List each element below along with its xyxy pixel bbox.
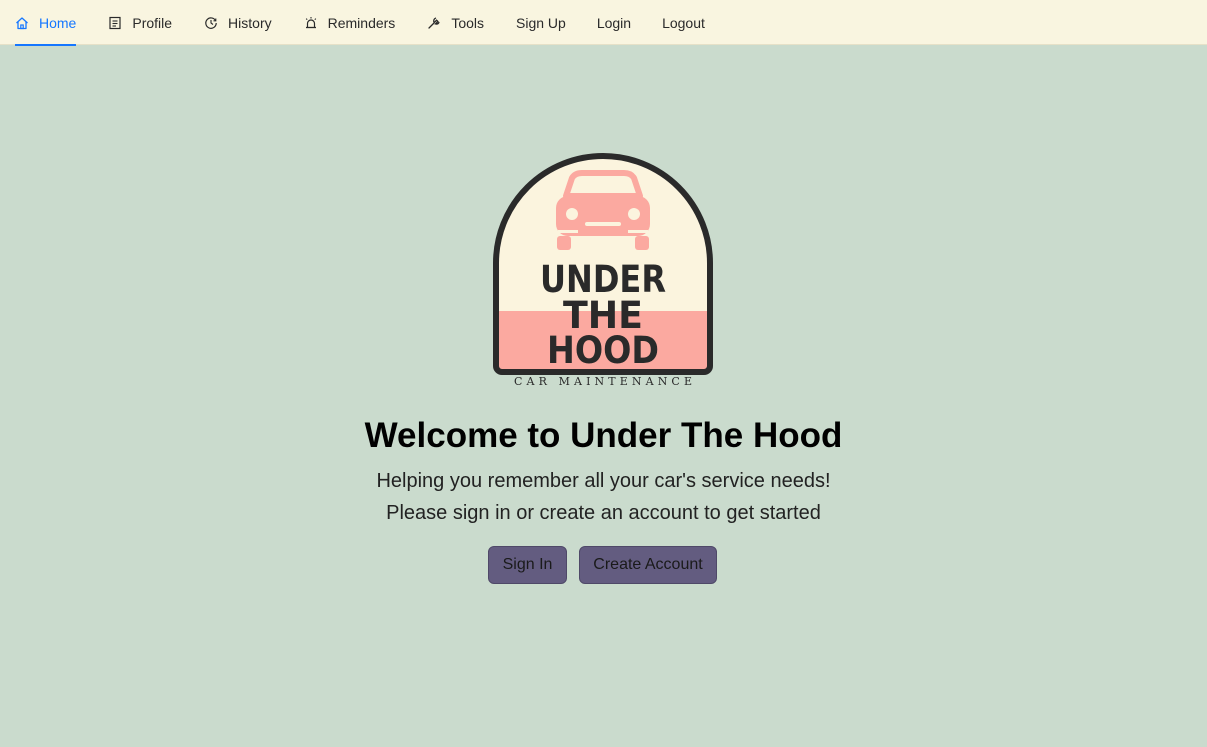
subtitle-sign-in-prompt: Please sign in or create an account to g…: [386, 502, 821, 524]
nav-item-label: Login: [596, 14, 632, 31]
sign-in-button[interactable]: Sign In: [488, 546, 567, 584]
wrench-icon: [427, 16, 441, 30]
logo-tagline: CAR MAINTENANCE: [514, 375, 692, 388]
top-nav: Home Profile History Reminders Tools Sig…: [0, 0, 1207, 46]
nav-item-signup[interactable]: Sign Up: [516, 0, 566, 45]
history-icon: [204, 16, 218, 30]
under-the-hood-logo: UNDER THE HOOD CAR MAINTENANCE: [488, 148, 718, 393]
nav-item-label: Profile: [132, 14, 173, 31]
nav-item-label: Logout: [662, 14, 705, 31]
subtitle-service-needs: Helping you remember all your car's serv…: [376, 470, 831, 492]
nav-item-label: History: [228, 14, 272, 31]
nav-item-label: Sign Up: [516, 14, 566, 31]
nav-item-history[interactable]: History: [204, 0, 272, 45]
nav-item-label: Tools: [451, 14, 484, 31]
page-title: Welcome to Under The Hood: [364, 416, 843, 455]
alarm-icon: [304, 16, 318, 30]
profile-icon: [108, 16, 122, 30]
nav-item-label: Reminders: [327, 14, 396, 31]
nav-item-home[interactable]: Home: [15, 0, 77, 46]
create-account-button[interactable]: Create Account: [579, 546, 717, 584]
nav-item-label: Home: [39, 14, 77, 31]
nav-item-tools[interactable]: Tools: [427, 0, 484, 45]
nav-item-profile[interactable]: Profile: [108, 0, 172, 45]
home-icon: [15, 16, 29, 30]
nav-item-login[interactable]: Login: [597, 0, 631, 45]
logo-line-3: HOOD: [547, 329, 659, 372]
nav-item-reminders[interactable]: Reminders: [304, 0, 396, 45]
nav-item-logout[interactable]: Logout: [662, 0, 705, 45]
